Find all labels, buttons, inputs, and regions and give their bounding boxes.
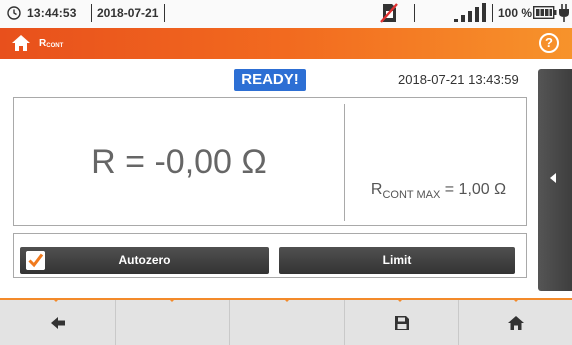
status-badge: READY!	[234, 69, 306, 91]
save-button[interactable]	[345, 300, 458, 345]
limit-value: = 1,00 Ω	[440, 181, 507, 198]
limit-readout: RCONT MAX = 1,00 Ω	[351, 181, 526, 201]
status-separator	[492, 4, 493, 22]
save-icon	[394, 315, 409, 330]
nav-notch	[283, 298, 291, 302]
autozero-button[interactable]: Autozero	[20, 247, 269, 274]
controls-panel: Autozero Limit	[13, 233, 527, 278]
resistance-result: R = -0,00 Ω	[91, 143, 267, 181]
help-icon[interactable]: ?	[539, 33, 559, 53]
autozero-label: Autozero	[118, 253, 171, 267]
limit-label-sub: CONT MAX	[382, 189, 441, 201]
clock-icon	[7, 6, 21, 20]
home-icon	[507, 315, 524, 330]
status-time: 13:44:53	[27, 6, 77, 20]
nav-notch	[512, 298, 520, 302]
status-bar: 13:44:53 2018-07-21 100 %	[0, 0, 572, 28]
nav-notch	[396, 298, 404, 302]
nav-notch	[168, 298, 176, 302]
limit-button-label: Limit	[382, 253, 412, 267]
power-plug-icon	[559, 4, 569, 22]
status-separator	[164, 4, 165, 22]
screen-title-sub: CONT	[46, 43, 64, 49]
limit-button[interactable]: Limit	[279, 247, 515, 274]
nav-slot-3[interactable]	[230, 300, 344, 345]
side-panel-toggle[interactable]	[538, 69, 572, 291]
nav-slot-2[interactable]	[116, 300, 229, 345]
battery-icon	[533, 6, 557, 19]
nav-notch	[52, 298, 60, 302]
back-arrow-icon	[50, 316, 65, 329]
limit-label-main: R	[370, 181, 383, 198]
status-separator	[414, 4, 415, 22]
battery-percent: 100 %	[498, 6, 533, 20]
status-date: 2018-07-21	[97, 6, 159, 20]
back-button[interactable]	[0, 300, 115, 345]
home-button[interactable]	[459, 300, 572, 345]
screen-title: RCONT	[39, 38, 63, 49]
home-icon[interactable]	[11, 34, 31, 52]
panel-divider	[344, 104, 345, 221]
measurement-timestamp: 2018-07-21 13:43:59	[398, 72, 519, 87]
status-separator	[91, 4, 92, 22]
signal-bars-icon	[454, 3, 486, 22]
title-bar: RCONT ?	[0, 28, 572, 59]
arrow-left-icon	[550, 173, 556, 183]
measurement-panel: R = -0,00 Ω RCONT MAX = 1,00 Ω	[13, 97, 527, 226]
sim-disabled-icon	[380, 3, 398, 23]
autozero-checkbox[interactable]	[26, 251, 45, 270]
bottom-navigation	[0, 298, 572, 345]
